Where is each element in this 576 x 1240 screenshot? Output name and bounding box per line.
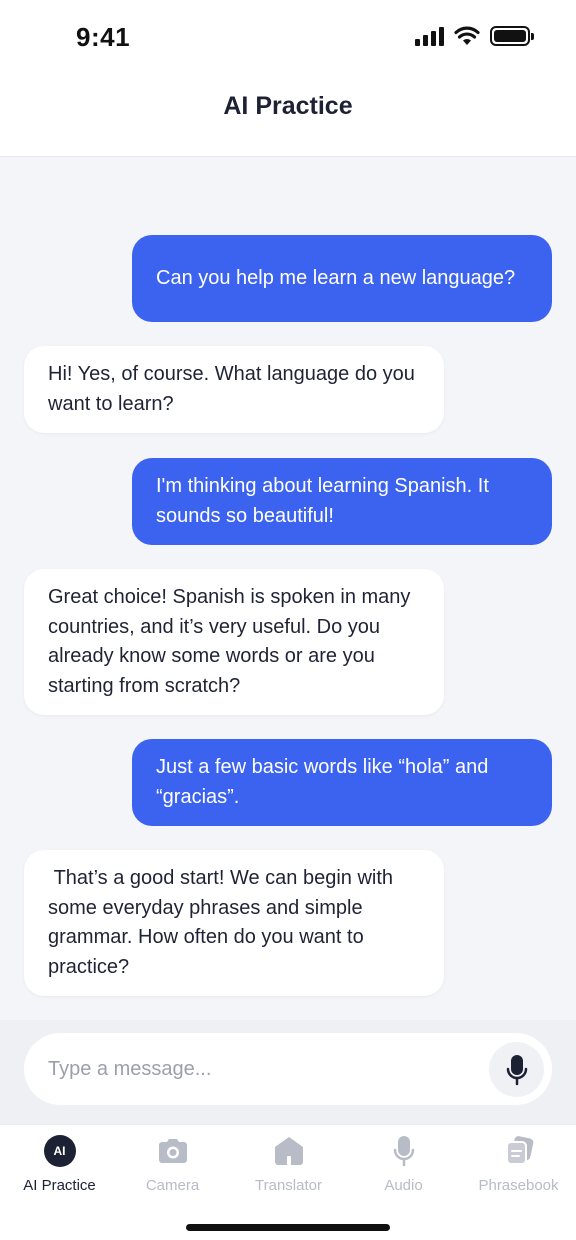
ai-badge-icon: AI bbox=[43, 1135, 76, 1167]
home-indicator bbox=[186, 1224, 390, 1231]
home-icon bbox=[273, 1135, 305, 1167]
microphone-icon bbox=[393, 1135, 415, 1167]
tab-label: Audio bbox=[384, 1177, 423, 1194]
ai-message: Great choice! Spanish is spoken in many … bbox=[24, 569, 444, 715]
status-icons bbox=[415, 26, 534, 46]
phrasebook-icon bbox=[504, 1135, 534, 1167]
tab-phrasebook[interactable]: Phrasebook bbox=[461, 1125, 576, 1205]
user-message: I'm thinking about learning Spanish. It … bbox=[132, 458, 552, 545]
composer-area bbox=[0, 1020, 576, 1124]
tab-bar: AI AI Practice Camera Translator Audio P… bbox=[0, 1124, 576, 1240]
message-input[interactable] bbox=[48, 1057, 468, 1081]
cellular-signal-icon bbox=[415, 26, 444, 46]
tab-camera[interactable]: Camera bbox=[115, 1125, 230, 1205]
message-composer bbox=[24, 1033, 552, 1105]
microphone-icon bbox=[506, 1054, 527, 1085]
status-time: 9:41 bbox=[76, 22, 131, 52]
wifi-icon bbox=[454, 26, 480, 45]
tab-label: AI Practice bbox=[23, 1177, 96, 1194]
battery-icon bbox=[490, 26, 534, 46]
voice-input-button[interactable] bbox=[489, 1042, 544, 1097]
camera-icon bbox=[158, 1135, 188, 1167]
page-title: AI Practice bbox=[223, 91, 353, 120]
ai-message: That’s a good start! We can begin with s… bbox=[24, 850, 444, 996]
ai-message: Hi! Yes, of course. What language do you… bbox=[24, 346, 444, 433]
user-message: Just a few basic words like “hola” and “… bbox=[132, 739, 552, 826]
tab-label: Camera bbox=[145, 1177, 200, 1194]
tab-ai-practice[interactable]: AI AI Practice bbox=[2, 1125, 117, 1205]
status-bar: 9:41 bbox=[0, 0, 576, 76]
chat-thread: Can you help me learn a new language? Hi… bbox=[0, 158, 576, 1020]
tab-label: Phrasebook bbox=[478, 1177, 559, 1194]
header: AI Practice bbox=[0, 76, 576, 157]
tab-audio[interactable]: Audio bbox=[346, 1125, 461, 1205]
tab-label: Translator bbox=[255, 1177, 322, 1194]
tab-translator[interactable]: Translator bbox=[231, 1125, 346, 1205]
user-message: Can you help me learn a new language? bbox=[132, 235, 552, 322]
